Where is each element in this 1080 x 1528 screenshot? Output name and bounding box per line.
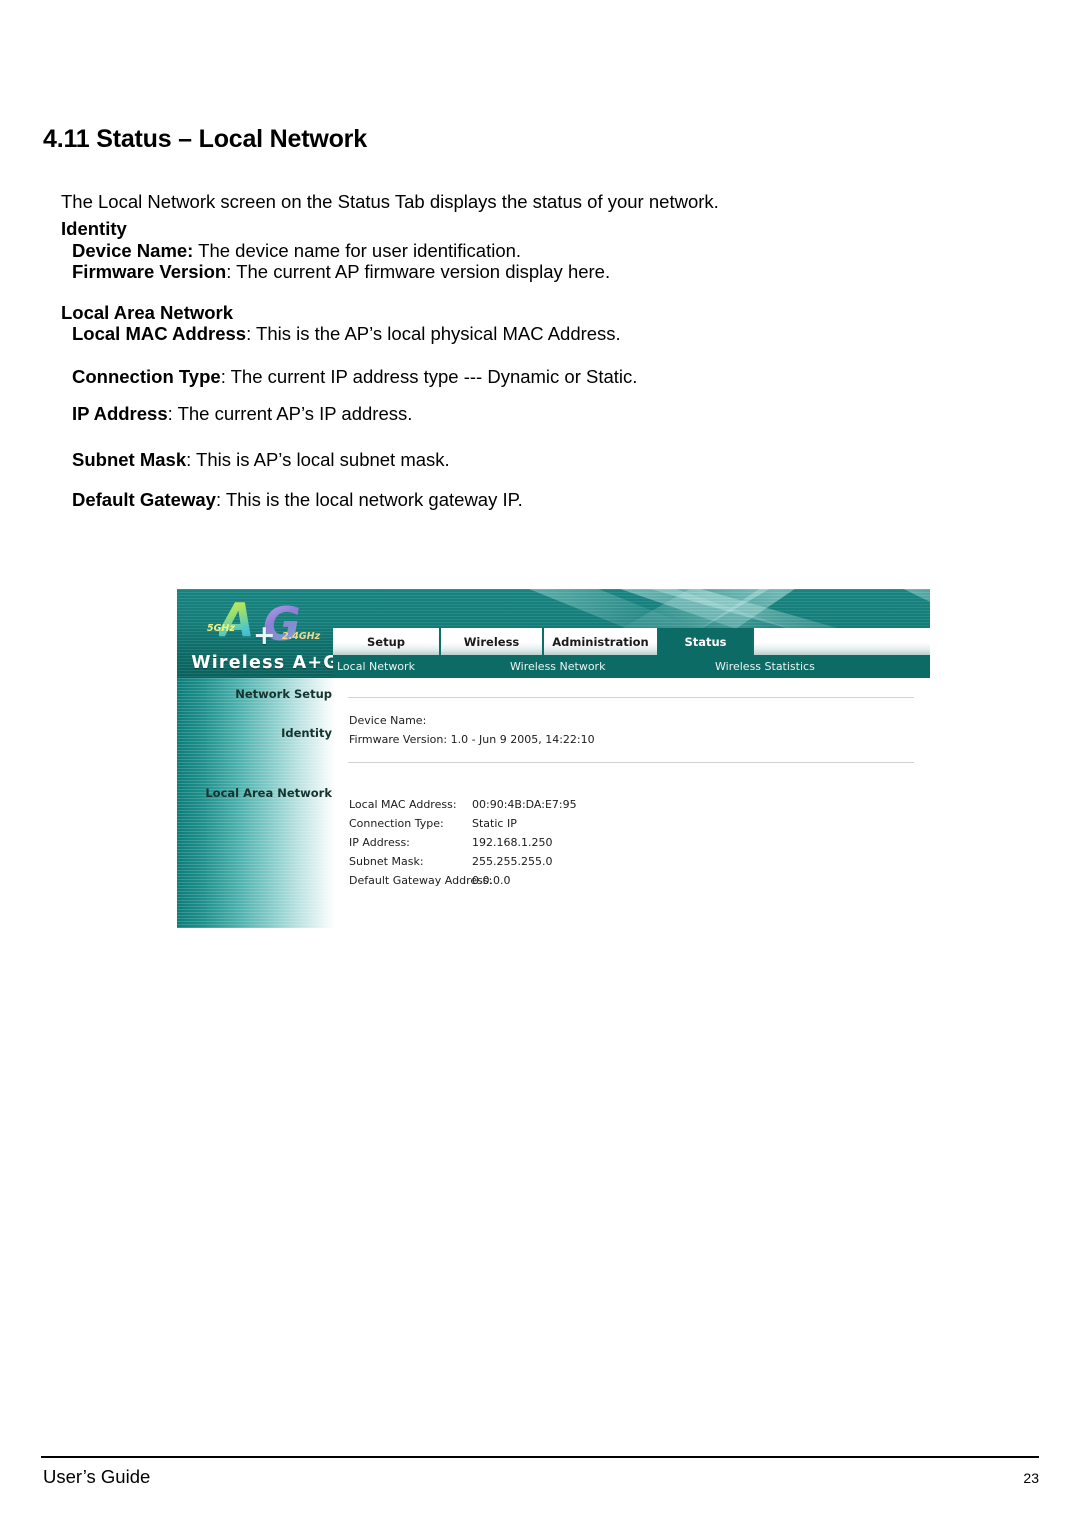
footer-title: User’s Guide bbox=[43, 1466, 151, 1487]
definition-description: The device name for user identification. bbox=[193, 240, 522, 261]
divider-bottom bbox=[348, 762, 914, 763]
logo-ag-glyphs: A G + 5GHz 2.4GHz bbox=[207, 597, 332, 651]
definition-term: Device Name: bbox=[72, 240, 194, 261]
field-value: 0.0.0.0 bbox=[472, 874, 511, 887]
logo-wordmark: Wireless A+G bbox=[191, 653, 339, 673]
definition-description: : The current IP address type --- Dynami… bbox=[220, 366, 638, 387]
group-heading-local-area-network: Local Area Network bbox=[61, 302, 234, 323]
sidebar-label-network-setup: Network Setup bbox=[235, 687, 332, 701]
definition-term: IP Address bbox=[72, 403, 168, 424]
logo-plus-icon: + bbox=[253, 620, 276, 651]
field-label: Firmware Version: bbox=[349, 733, 448, 746]
logo-band-5ghz: 5GHz bbox=[207, 623, 235, 634]
brand-logo: A G + 5GHz 2.4GHz Wireless A+G bbox=[185, 595, 345, 677]
field-default-gateway-address: Default Gateway Address:0.0.0.0 bbox=[349, 874, 510, 887]
router-main-panel: Device Name: Firmware Version: 1.0 - Jun… bbox=[340, 678, 930, 928]
router-ui-screenshot: A G + 5GHz 2.4GHz Wireless A+G Setup Wir… bbox=[177, 589, 930, 928]
subnav-item-local-network[interactable]: Local Network bbox=[337, 660, 415, 673]
field-firmware-version: Firmware Version: 1.0 - Jun 9 2005, 14:2… bbox=[349, 733, 595, 746]
definition-ip-address: IP Address: The current AP’s IP address. bbox=[72, 403, 412, 425]
sidebar-label-local-area-network: Local Area Network bbox=[205, 786, 332, 800]
router-content-area: Network Setup Identity Local Area Networ… bbox=[177, 678, 930, 928]
field-value: 00:90:4B:DA:E7:95 bbox=[472, 798, 577, 811]
field-label: Device Name: bbox=[349, 714, 427, 727]
definition-device-name: Device Name: The device name for user id… bbox=[72, 240, 521, 262]
logo-letter-a: A bbox=[219, 593, 255, 647]
logo-band-24ghz: 2.4GHz bbox=[282, 631, 321, 642]
sidebar-scanline-texture bbox=[177, 678, 340, 928]
definition-connection-type: Connection Type: The current IP address … bbox=[72, 366, 637, 388]
field-label: Default Gateway Address: bbox=[349, 874, 493, 887]
field-label: IP Address: bbox=[349, 836, 410, 849]
definition-description: : The current AP firmware version displa… bbox=[226, 261, 611, 282]
field-label: Subnet Mask: bbox=[349, 855, 424, 868]
subnav-item-wireless-statistics[interactable]: Wireless Statistics bbox=[715, 660, 815, 673]
tab-status[interactable]: Status bbox=[659, 628, 754, 655]
document-page: 4.11 Status – Local Network The Local Ne… bbox=[0, 0, 1080, 1528]
field-value: 255.255.255.0 bbox=[472, 855, 553, 868]
definition-firmware-version: Firmware Version: The current AP firmwar… bbox=[72, 261, 610, 283]
field-label: Connection Type: bbox=[349, 817, 444, 830]
router-sidebar: Network Setup Identity Local Area Networ… bbox=[177, 678, 340, 928]
page-number: 23 bbox=[1023, 1470, 1039, 1486]
definition-term: Firmware Version bbox=[72, 261, 227, 282]
intro-paragraph: The Local Network screen on the Status T… bbox=[61, 190, 719, 212]
definition-default-gateway: Default Gateway: This is the local netwo… bbox=[72, 489, 523, 511]
definition-local-mac-address: Local MAC Address: This is the AP’s loca… bbox=[72, 323, 621, 345]
field-device-name: Device Name: bbox=[349, 714, 430, 727]
tab-administration[interactable]: Administration bbox=[544, 628, 659, 655]
definition-subnet-mask: Subnet Mask: This is AP’s local subnet m… bbox=[72, 449, 450, 471]
page-title: 4.11 Status – Local Network bbox=[43, 124, 367, 153]
definition-description: : This is AP’s local subnet mask. bbox=[186, 449, 450, 470]
secondary-nav-bar: Local Network Wireless Network Wireless … bbox=[333, 655, 930, 678]
subnav-item-wireless-network[interactable]: Wireless Network bbox=[510, 660, 605, 673]
router-banner: A G + 5GHz 2.4GHz Wireless A+G Setup Wir… bbox=[177, 589, 930, 678]
field-local-mac-address: Local MAC Address: 00:90:4B:DA:E7:95 bbox=[349, 798, 577, 811]
field-value: Static IP bbox=[472, 817, 517, 830]
footer-divider bbox=[41, 1456, 1039, 1458]
definition-term: Connection Type bbox=[72, 366, 221, 387]
field-subnet-mask: Subnet Mask: 255.255.255.0 bbox=[349, 855, 552, 868]
field-value: 1.0 - Jun 9 2005, 14:22:10 bbox=[450, 733, 595, 746]
definition-term: Local MAC Address bbox=[72, 323, 247, 344]
sidebar-label-identity: Identity bbox=[281, 726, 332, 740]
tab-setup[interactable]: Setup bbox=[333, 628, 441, 655]
tab-bar-filler bbox=[754, 628, 930, 655]
field-label: Local MAC Address: bbox=[349, 798, 457, 811]
field-ip-address: IP Address: 192.168.1.250 bbox=[349, 836, 552, 849]
field-connection-type: Connection Type: Static IP bbox=[349, 817, 517, 830]
definition-description: : This is the local network gateway IP. bbox=[215, 489, 523, 510]
definition-description: : This is the AP’s local physical MAC Ad… bbox=[246, 323, 621, 344]
field-value: 192.168.1.250 bbox=[472, 836, 553, 849]
divider-top bbox=[348, 697, 914, 698]
definition-description: : The current AP’s IP address. bbox=[167, 403, 413, 424]
group-heading-identity: Identity bbox=[61, 218, 127, 239]
tab-wireless[interactable]: Wireless bbox=[441, 628, 544, 655]
definition-term: Subnet Mask bbox=[72, 449, 187, 470]
definition-term: Default Gateway bbox=[72, 489, 216, 510]
primary-tab-bar: Setup Wireless Administration Status bbox=[333, 628, 930, 655]
